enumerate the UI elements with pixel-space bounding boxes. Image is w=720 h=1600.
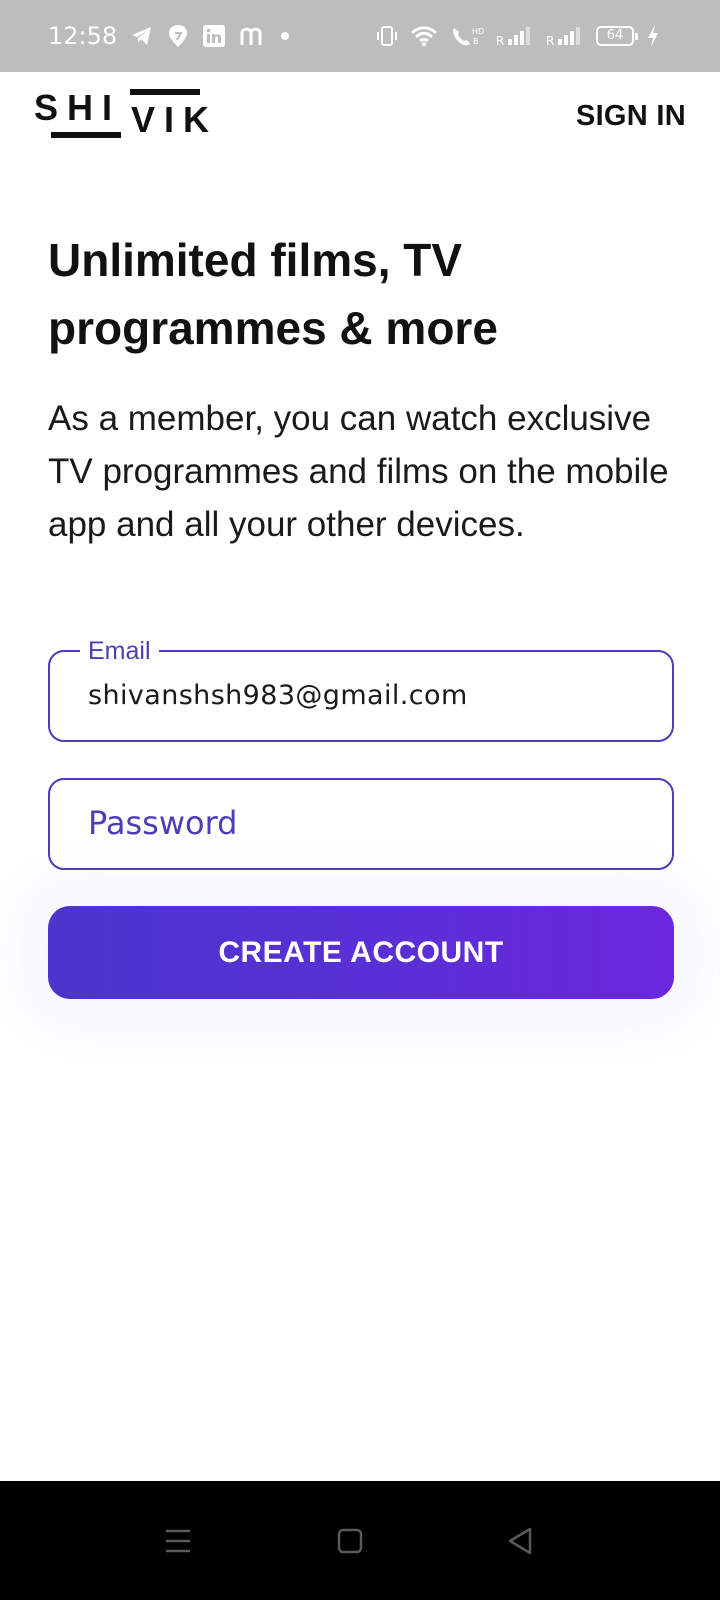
logo-overline [130,89,200,95]
status-left-icons [130,24,290,48]
volte-call-icon: HD B [453,27,484,46]
page-description: As a member, you can watch exclusive TV … [48,399,669,544]
logo-underline [51,132,121,138]
back-icon[interactable] [500,1521,540,1561]
status-right-icons: HD B R R 64 [376,24,660,48]
charging-icon [648,25,658,47]
m-app-icon [240,27,262,45]
wifi-icon [410,26,438,46]
email-value[interactable]: shivanshsh983@gmail.com [88,680,468,711]
status-bar: 12:58 HD B R R 64 [0,0,720,72]
shivik-logo: SHI VIK [34,87,218,140]
email-field[interactable]: Email shivanshsh983@gmail.com [48,634,674,742]
signal-r-2-icon: R [546,27,580,47]
linkedin-icon [203,25,225,47]
page-headline: Unlimited films, TV programmes & more [48,234,498,354]
signal-r-1-icon: R [496,27,530,47]
home-icon[interactable] [330,1521,370,1561]
svg-text:B: B [473,37,479,46]
sign-in-button[interactable]: SIGN IN [576,100,686,133]
logo-text-right: VIK [131,99,218,140]
swiggy-icon [169,25,187,47]
telegram-icon [132,27,151,45]
logo-text-left: SHI [34,87,121,128]
notification-dot-icon [281,32,289,40]
svg-text:R: R [546,34,554,47]
svg-text:R: R [496,34,504,47]
recents-icon[interactable] [158,1521,198,1561]
battery-icon: 64 [596,26,638,46]
svg-text:HD: HD [472,27,484,36]
email-label: Email [80,634,159,668]
password-placeholder[interactable]: Password [88,804,237,842]
password-field[interactable]: Password [48,778,674,870]
vibrate-icon [377,26,397,46]
create-account-button[interactable]: CREATE ACCOUNT [48,906,674,999]
navigation-bar [0,1481,720,1600]
status-time: 12:58 [48,22,118,50]
